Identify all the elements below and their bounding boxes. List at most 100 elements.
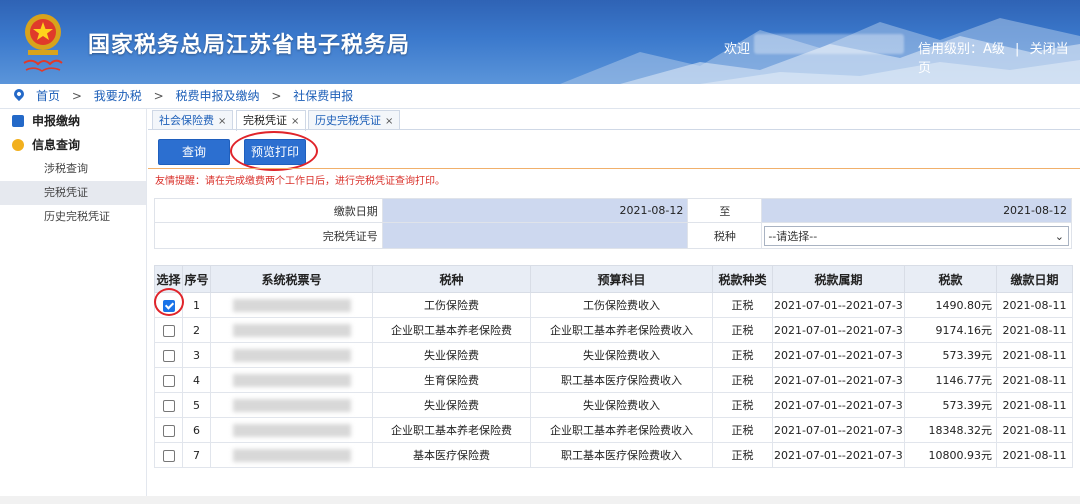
credit-level: 信用级别：A级 (918, 42, 1005, 57)
row-tax: 失业保险费 (372, 342, 531, 368)
table-row[interactable]: 7 基本医疗保险费 职工基本医疗保险费收入 正税 2021-07-01--202… (154, 442, 1073, 468)
row-checkbox[interactable] (162, 349, 175, 362)
breadcrumb-separator: > (153, 89, 164, 103)
row-date: 2021-08-11 (996, 317, 1073, 343)
table-row[interactable]: 1 工伤保险费 工伤保险费收入 正税 2021-07-01--2021-07-3… (154, 292, 1073, 318)
highlight-ring-checkbox (154, 288, 184, 316)
table-row[interactable]: 2 企业职工基本养老保险费 企业职工基本养老保险费收入 正税 2021-07-0… (154, 317, 1073, 343)
row-kind: 正税 (712, 292, 773, 318)
ticket-no-blurred (210, 317, 373, 343)
sidebar-group-declare[interactable]: 申报缴纳 (0, 109, 146, 133)
row-checkbox[interactable] (162, 449, 175, 462)
row-date: 2021-08-11 (996, 367, 1073, 393)
pay-date-from-input[interactable]: 2021-08-12 (381, 198, 689, 223)
row-checkbox[interactable] (162, 399, 175, 412)
row-date: 2021-08-11 (996, 292, 1073, 318)
row-budget: 企业职工基本养老保险费收入 (530, 317, 713, 343)
select-value: --请选择-- (768, 229, 818, 243)
site-header: 国家税务总局江苏省电子税务局 欢迎 信用级别：A级 | 关闭当页 (0, 0, 1080, 84)
tab-social-insurance[interactable]: 社会保险费 × (152, 110, 234, 130)
row-date: 2021-08-11 (996, 342, 1073, 368)
breadcrumb-do-tax[interactable]: 我要办税 (94, 89, 142, 103)
filter-form: 缴款日期 2021-08-12 至 2021-08-12 完税凭证号 税种 --… (154, 198, 1072, 249)
header-links: 信用级别：A级 | 关闭当页 (918, 38, 1080, 76)
tax-type-cell: --请选择-- ⌄ (761, 222, 1072, 249)
row-no: 1 (182, 292, 211, 318)
close-icon[interactable]: × (385, 116, 393, 127)
breadcrumb-social-insurance[interactable]: 社保费申报 (293, 89, 353, 103)
row-no: 2 (182, 317, 211, 343)
sidebar-item-tax-voucher[interactable]: 完税凭证 (0, 181, 146, 205)
col-period: 税款属期 (772, 265, 905, 293)
tax-emblem-icon (23, 14, 63, 72)
row-kind: 正税 (712, 442, 773, 468)
welcome-text: 欢迎 (724, 42, 751, 57)
table-row[interactable]: 5 失业保险费 失业保险费收入 正税 2021-07-01--2021-07-3… (154, 392, 1073, 418)
pay-date-to-input[interactable]: 2021-08-12 (761, 198, 1072, 223)
row-budget: 职工基本医疗保险费收入 (530, 367, 713, 393)
row-kind: 正税 (712, 342, 773, 368)
row-period: 2021-07-01--2021-07-31 (772, 342, 905, 368)
query-button[interactable]: 查询 (158, 139, 230, 165)
tab-label: 社会保险费 (159, 114, 214, 127)
row-period: 2021-07-01--2021-07-31 (772, 392, 905, 418)
row-checkbox[interactable] (162, 374, 175, 387)
ticket-no-blurred (210, 367, 373, 393)
table-row[interactable]: 3 失业保险费 失业保险费收入 正税 2021-07-01--2021-07-3… (154, 342, 1073, 368)
close-icon[interactable]: × (218, 116, 226, 127)
breadcrumb-separator: > (71, 89, 82, 103)
sidebar-group-info-query[interactable]: 信息查询 (0, 133, 146, 157)
col-ticket-no: 系统税票号 (210, 265, 373, 293)
voucher-no-label: 完税凭证号 (154, 222, 383, 249)
sidebar-group-label: 信息查询 (32, 138, 81, 152)
grid-icon (12, 115, 24, 127)
breadcrumb: 首页 > 我要办税 > 税费申报及缴纳 > 社保费申报 (0, 84, 1080, 109)
row-period: 2021-07-01--2021-07-31 (772, 417, 905, 443)
row-amount: 9174.16元 (904, 317, 997, 343)
sidebar-item-tax-query[interactable]: 涉税查询 (0, 157, 146, 181)
tab-history-voucher[interactable]: 历史完税凭证 × (308, 110, 401, 130)
tax-type-select[interactable]: --请选择-- ⌄ (764, 225, 1069, 246)
to-label: 至 (687, 198, 763, 223)
chevron-down-icon: ⌄ (1054, 229, 1064, 243)
row-no: 3 (182, 342, 211, 368)
divider-line (148, 168, 1080, 169)
breadcrumb-separator: > (271, 89, 282, 103)
ticket-no-blurred (210, 442, 373, 468)
voucher-no-input[interactable] (381, 222, 689, 249)
breadcrumb-declare-pay[interactable]: 税费申报及缴纳 (175, 89, 259, 103)
row-budget: 职工基本医疗保险费收入 (530, 442, 713, 468)
ticket-no-blurred (210, 417, 373, 443)
row-amount: 573.39元 (904, 392, 997, 418)
horizontal-scrollbar[interactable] (0, 496, 1080, 504)
row-tax: 工伤保险费 (372, 292, 531, 318)
row-checkbox[interactable] (162, 324, 175, 337)
tab-tax-voucher[interactable]: 完税凭证 × (236, 110, 307, 131)
row-tax: 生育保险费 (372, 367, 531, 393)
col-tax-type: 税种 (372, 265, 531, 293)
row-budget: 工伤保险费收入 (530, 292, 713, 318)
close-icon[interactable]: × (291, 116, 299, 127)
row-date: 2021-08-11 (996, 392, 1073, 418)
row-budget: 企业职工基本养老保险费收入 (530, 417, 713, 443)
tab-divider (148, 129, 1080, 130)
breadcrumb-home[interactable]: 首页 (36, 89, 60, 103)
ticket-no-blurred (210, 292, 373, 318)
row-amount: 1490.80元 (904, 292, 997, 318)
table-row[interactable]: 4 生育保险费 职工基本医疗保险费收入 正税 2021-07-01--2021-… (154, 367, 1073, 393)
table-row[interactable]: 6 企业职工基本养老保险费 企业职工基本养老保险费收入 正税 2021-07-0… (154, 417, 1073, 443)
ticket-no-blurred (210, 342, 373, 368)
row-tax: 基本医疗保险费 (372, 442, 531, 468)
row-tax: 失业保险费 (372, 392, 531, 418)
row-period: 2021-07-01--2021-07-31 (772, 367, 905, 393)
col-kind: 税款种类 (712, 265, 773, 293)
ticket-no-blurred (210, 392, 373, 418)
tab-label: 历史完税凭证 (315, 114, 381, 127)
row-checkbox[interactable] (162, 424, 175, 437)
reminder-tip: 友情提醒：请在完成缴费两个工作日后，进行完税凭证查询打印。 (155, 176, 445, 187)
row-period: 2021-07-01--2021-07-31 (772, 317, 905, 343)
site-title: 国家税务总局江苏省电子税务局 (88, 33, 411, 58)
location-pin-icon (11, 86, 27, 102)
sidebar: 申报缴纳 信息查询 涉税查询 完税凭证 历史完税凭证 (0, 109, 147, 504)
sidebar-item-history-voucher[interactable]: 历史完税凭证 (0, 205, 146, 229)
